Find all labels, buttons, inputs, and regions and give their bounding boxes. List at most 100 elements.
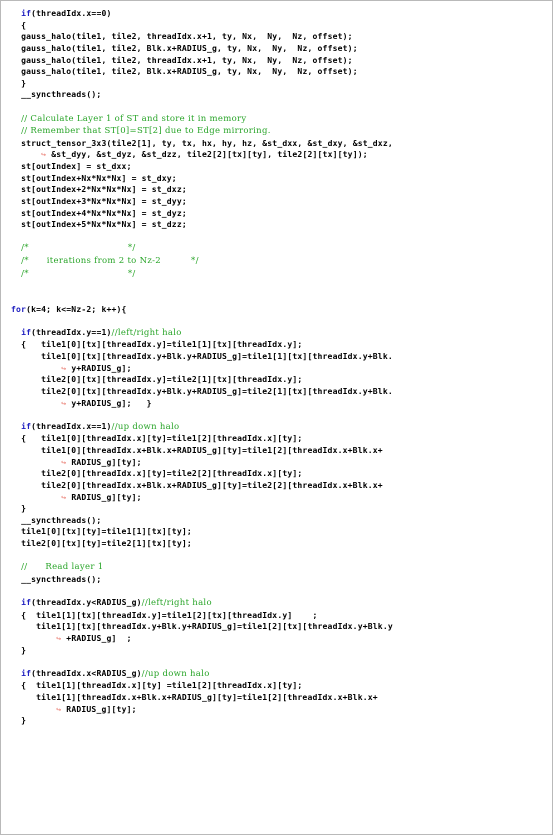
- code-line: ↪ &st_dyy, &st_dyz, &st_dzz, tile2[2][tx…: [11, 149, 546, 161]
- code-text: RADIUS_g][ty];: [71, 492, 142, 502]
- code-text: st[outIndex] = st_dxx;: [21, 162, 132, 172]
- code-keyword: if: [21, 598, 32, 608]
- code-line: // Calculate Layer 1 of ST and store it …: [11, 113, 546, 126]
- code-line: { tile1[1][tx][threadIdx.y]=tile1[2][tx]…: [11, 610, 546, 622]
- code-line: if(threadIdx.x==1)//up down halo: [11, 421, 546, 434]
- code-text: { tile1[0][threadIdx.x][ty]=tile1[2][thr…: [21, 434, 303, 444]
- code-text: (threadIdx.y==1): [31, 327, 112, 337]
- code-text: __syncthreads();: [21, 574, 102, 584]
- code-text: gauss_halo(tile1, tile2, threadIdx.x+1, …: [21, 55, 353, 65]
- code-line: st[outIndex+Nx*Nx*Nx] = st_dxy;: [11, 173, 546, 185]
- code-text: }: [21, 645, 27, 655]
- code-text: RADIUS_g][ty];: [66, 704, 137, 714]
- code-line: __syncthreads();: [11, 515, 546, 527]
- code-text: { tile1[1][tx][threadIdx.y]=tile1[2][tx]…: [21, 610, 318, 620]
- code-line: { tile1[0][threadIdx.x][ty]=tile1[2][thr…: [11, 433, 546, 445]
- code-line: st[outIndex+5*Nx*Nx*Nx] = st_dzz;: [11, 219, 546, 231]
- code-line: ↪ RADIUS_g][ty];: [11, 457, 546, 469]
- line-wrap-arrow-icon: ↪: [61, 457, 72, 467]
- line-wrap-arrow-icon: ↪: [61, 492, 72, 502]
- code-text: st[outIndex+4*Nx*Nx*Nx] = st_dyz;: [21, 208, 187, 218]
- code-line: gauss_halo(tile1, tile2, threadIdx.x+1, …: [11, 31, 546, 43]
- code-line: ↪ y+RADIUS_g]; }: [11, 398, 546, 410]
- code-line: tile2[0][tx][threadIdx.y]=tile2[1][tx][t…: [11, 374, 546, 386]
- code-line: ↪ +RADIUS_g] ;: [11, 633, 546, 645]
- line-wrap-arrow-icon: ↪: [56, 634, 67, 643]
- code-line: // Remember that ST[0]=ST[2] due to Edge…: [11, 125, 546, 138]
- code-line: ↪ y+RADIUS_g];: [11, 363, 546, 375]
- code-line: if(threadIdx.x==0): [11, 8, 546, 20]
- code-keyword: if: [21, 421, 32, 431]
- code-comment: // Remember that ST[0]=ST[2] due to Edge…: [21, 126, 271, 137]
- code-comment: // Calculate Layer 1 of ST and store it …: [21, 113, 247, 124]
- code-line: tile2[0][threadIdx.x][ty]=tile2[2][threa…: [11, 468, 546, 480]
- code-line: }: [11, 503, 546, 515]
- code-text: gauss_halo(tile1, tile2, threadIdx.x+1, …: [21, 32, 353, 42]
- code-line: /* */: [11, 268, 546, 281]
- code-text: }: [21, 78, 27, 88]
- line-wrap-arrow-icon: ↪: [61, 398, 72, 408]
- code-line: tile2[0][tx][ty]=tile2[1][tx][ty];: [11, 538, 546, 550]
- code-comment: //up down halo: [111, 421, 180, 432]
- code-text: (threadIdx.x==1): [31, 421, 112, 431]
- code-keyword: for: [11, 304, 27, 314]
- code-line: }: [11, 645, 546, 657]
- code-line: st[outIndex+3*Nx*Nx*Nx] = st_dyy;: [11, 196, 546, 208]
- code-comment: //up down halo: [141, 668, 210, 679]
- code-text: tile2[0][threadIdx.x+Blk.x+RADIUS_g][ty]…: [41, 480, 383, 490]
- code-line: gauss_halo(tile1, tile2, Blk.x+RADIUS_g,…: [11, 66, 546, 78]
- code-text: __syncthreads();: [21, 90, 102, 100]
- code-line: ↪ RADIUS_g][ty];: [11, 704, 546, 716]
- code-comment: //left/right halo: [141, 598, 212, 609]
- code-text: tile1[1][tx][threadIdx.y+Blk.y+RADIUS_g]…: [36, 622, 393, 632]
- code-text: +RADIUS_g] ;: [66, 634, 132, 643]
- code-comment: //left/right halo: [111, 327, 182, 338]
- code-text: { tile1[0][tx][threadIdx.y]=tile1[1][tx]…: [21, 340, 303, 350]
- line-wrap-arrow-icon: ↪: [41, 150, 52, 160]
- code-text: st[outIndex+5*Nx*Nx*Nx] = st_dzz;: [21, 220, 187, 230]
- code-text: tile2[0][tx][threadIdx.y+Blk.y+RADIUS_g]…: [41, 386, 393, 396]
- code-text: tile2[0][threadIdx.x][ty]=tile2[2][threa…: [41, 469, 303, 479]
- code-line: {: [11, 20, 546, 32]
- code-text: }: [21, 716, 27, 726]
- code-line: for(k=4; k<=Nz-2; k++){: [11, 304, 546, 316]
- code-text: &st_dyy, &st_dyz, &st_dzz, tile2[2][tx][…: [51, 150, 368, 160]
- code-text: y+RADIUS_g]; }: [71, 398, 152, 408]
- code-line: st[outIndex] = st_dxx;: [11, 161, 546, 173]
- code-text: st[outIndex+2*Nx*Nx*Nx] = st_dxz;: [21, 185, 187, 195]
- line-wrap-arrow-icon: ↪: [61, 363, 72, 373]
- code-line: tile1[1][threadIdx.x+Blk.x+RADIUS_g][ty]…: [11, 692, 546, 704]
- code-line: if(threadIdx.x<RADIUS_g)//up down halo: [11, 668, 546, 681]
- code-line: /* */: [11, 242, 546, 255]
- code-comment: /* iterations from 2 to Nz-2 */: [21, 256, 199, 267]
- code-line: { tile1[1][threadIdx.x][ty] =tile1[2][th…: [11, 680, 546, 692]
- code-comment: /* */: [21, 268, 136, 279]
- code-line: __syncthreads();: [11, 89, 546, 101]
- code-text: { tile1[1][threadIdx.x][ty] =tile1[2][th…: [21, 681, 303, 691]
- code-text: tile1[0][tx][threadIdx.y+Blk.y+RADIUS_g]…: [41, 352, 393, 362]
- code-comment: // Read layer 1: [21, 562, 104, 573]
- code-line: tile2[0][tx][threadIdx.y+Blk.y+RADIUS_g]…: [11, 386, 546, 398]
- code-text: st[outIndex+3*Nx*Nx*Nx] = st_dyy;: [21, 196, 187, 206]
- code-comment: /* */: [21, 243, 136, 254]
- code-line: gauss_halo(tile1, tile2, threadIdx.x+1, …: [11, 55, 546, 67]
- code-line: st[outIndex+4*Nx*Nx*Nx] = st_dyz;: [11, 208, 546, 220]
- code-line: }: [11, 715, 546, 727]
- code-line: tile2[0][threadIdx.x+Blk.x+RADIUS_g][ty]…: [11, 480, 546, 492]
- code-line: if(threadIdx.y==1)//left/right halo: [11, 327, 546, 340]
- code-keyword: if: [21, 668, 32, 678]
- code-text: __syncthreads();: [21, 515, 102, 525]
- code-line: tile1[0][threadIdx.x+Blk.x+RADIUS_g][ty]…: [11, 445, 546, 457]
- code-block: if(threadIdx.x==0) { gauss_halo(tile1, t…: [11, 8, 546, 727]
- code-line: /* iterations from 2 to Nz-2 */: [11, 255, 546, 268]
- code-text: tile1[0][tx][ty]=tile1[1][tx][ty];: [21, 527, 192, 537]
- code-listing-frame: if(threadIdx.x==0) { gauss_halo(tile1, t…: [0, 0, 553, 835]
- code-text: struct_tensor_3x3(tile2[1], ty, tx, hx, …: [21, 138, 393, 148]
